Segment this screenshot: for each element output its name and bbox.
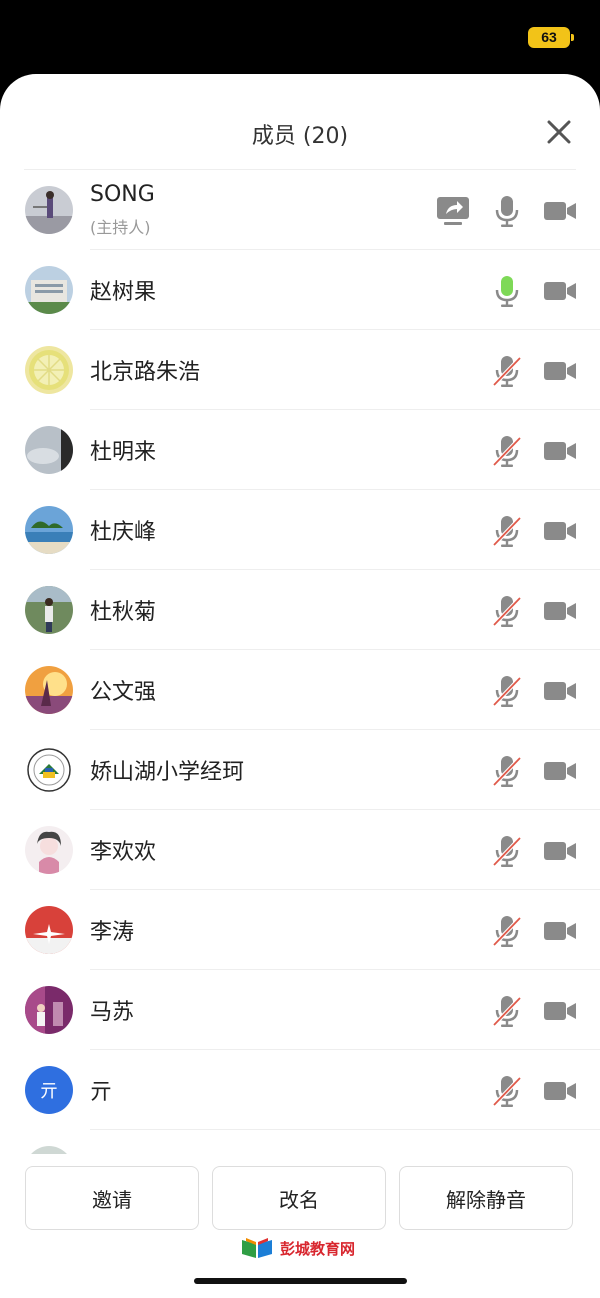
- mic-muted-icon[interactable]: [490, 994, 524, 1028]
- avatar-initial: 亓: [40, 1081, 58, 1102]
- member-row-partial[interactable]: [0, 1130, 600, 1154]
- members-sheet: 成员 (20) SONG (主持人) 赵树果 北京路朱浩 杜明来 杜庆峰 杜秋菊…: [0, 74, 600, 1298]
- action-bar: 邀请 改名 解除静音 彭城教育网: [0, 1154, 600, 1298]
- screen-share-icon[interactable]: [436, 194, 470, 228]
- camera-icon[interactable]: [543, 354, 577, 388]
- mic-muted-icon[interactable]: [490, 1074, 524, 1108]
- member-name: 公文强: [90, 680, 157, 705]
- camera-icon[interactable]: [543, 594, 577, 628]
- avatar: [25, 586, 73, 634]
- camera-icon[interactable]: [543, 194, 577, 228]
- close-icon[interactable]: [544, 117, 574, 147]
- avatar: [25, 906, 73, 954]
- avatar: [25, 746, 73, 794]
- avatar: [25, 666, 73, 714]
- camera-icon[interactable]: [543, 434, 577, 468]
- host-label: (主持人): [90, 218, 151, 237]
- member-name: 杜庆峰: [90, 520, 157, 545]
- battery-indicator: 63: [528, 27, 574, 48]
- member-name: 娇山湖小学经珂: [90, 760, 245, 785]
- member-name: 北京路朱浩: [90, 360, 201, 385]
- member-row[interactable]: 亓 亓: [0, 1050, 600, 1130]
- watermark-text: 彭城教育网: [280, 1240, 356, 1258]
- member-row[interactable]: 马苏: [0, 970, 600, 1050]
- member-name: 赵树果: [90, 280, 157, 305]
- member-row[interactable]: 李涛: [0, 890, 600, 970]
- mic-muted-icon[interactable]: [490, 674, 524, 708]
- avatar: [25, 826, 73, 874]
- camera-icon[interactable]: [543, 514, 577, 548]
- member-name: 李欢欢: [90, 840, 157, 865]
- sheet-header: 成员 (20): [24, 74, 576, 170]
- member-name: SONG: [90, 182, 155, 207]
- mic-muted-icon[interactable]: [490, 514, 524, 548]
- mic-muted-icon[interactable]: [490, 834, 524, 868]
- avatar: [25, 426, 73, 474]
- mic-icon[interactable]: [490, 194, 524, 228]
- status-bar: 63: [0, 0, 600, 75]
- book-logo-icon: [242, 1238, 272, 1258]
- watermark-logo: 彭城教育网: [240, 1235, 355, 1261]
- avatar: [25, 346, 73, 394]
- camera-icon[interactable]: [543, 914, 577, 948]
- battery-tip: [571, 34, 574, 41]
- member-name: 杜秋菊: [90, 600, 157, 625]
- mic-muted-icon[interactable]: [490, 914, 524, 948]
- battery-level: 63: [541, 29, 557, 45]
- camera-icon[interactable]: [543, 674, 577, 708]
- mic-muted-icon[interactable]: [490, 754, 524, 788]
- mic-muted-icon[interactable]: [490, 434, 524, 468]
- camera-icon[interactable]: [543, 834, 577, 868]
- avatar: [25, 1146, 73, 1154]
- member-row[interactable]: 杜秋菊: [0, 570, 600, 650]
- home-indicator[interactable]: [194, 1278, 407, 1284]
- member-row[interactable]: 杜明来: [0, 410, 600, 490]
- member-row[interactable]: 赵树果: [0, 250, 600, 330]
- camera-icon[interactable]: [543, 1074, 577, 1108]
- mic-muted-icon[interactable]: [490, 354, 524, 388]
- member-row[interactable]: 娇山湖小学经珂: [0, 730, 600, 810]
- camera-icon[interactable]: [543, 754, 577, 788]
- page-title: 成员 (20): [251, 124, 349, 149]
- member-name: 杜明来: [90, 440, 157, 465]
- camera-icon[interactable]: [543, 274, 577, 308]
- camera-icon[interactable]: [543, 994, 577, 1028]
- mic-active-icon[interactable]: [490, 274, 524, 308]
- rename-button[interactable]: 改名: [212, 1166, 386, 1230]
- member-row[interactable]: 杜庆峰: [0, 490, 600, 570]
- avatar: [25, 266, 73, 314]
- member-name: 亓: [90, 1080, 113, 1105]
- invite-button[interactable]: 邀请: [25, 1166, 199, 1230]
- unmute-button[interactable]: 解除静音: [399, 1166, 573, 1230]
- avatar: [25, 506, 73, 554]
- member-name: 李涛: [90, 920, 135, 945]
- member-name: 马苏: [90, 1000, 135, 1025]
- member-row[interactable]: SONG (主持人): [0, 170, 600, 250]
- avatar: [25, 186, 73, 234]
- member-list[interactable]: SONG (主持人) 赵树果 北京路朱浩 杜明来 杜庆峰 杜秋菊 公文强 娇山湖…: [0, 170, 600, 1154]
- avatar: 亓: [25, 1066, 73, 1114]
- avatar: [25, 986, 73, 1034]
- member-row[interactable]: 公文强: [0, 650, 600, 730]
- mic-muted-icon[interactable]: [490, 594, 524, 628]
- member-row[interactable]: 李欢欢: [0, 810, 600, 890]
- member-row[interactable]: 北京路朱浩: [0, 330, 600, 410]
